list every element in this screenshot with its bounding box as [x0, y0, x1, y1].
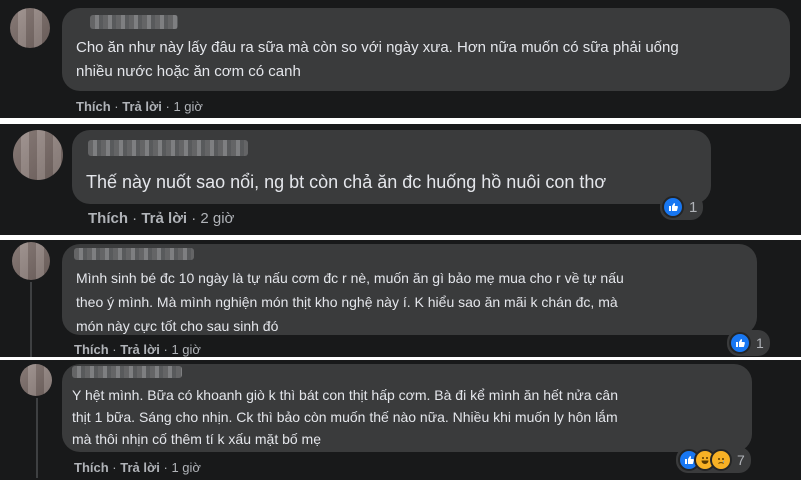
like-link[interactable]: Thích — [74, 342, 109, 357]
comment-panel: Mình sinh bé đc 10 ngày là tự nấu cơm đc… — [0, 240, 801, 357]
sad-icon — [710, 449, 732, 471]
like-icon — [729, 332, 751, 354]
like-link[interactable]: Thích — [76, 99, 111, 114]
avatar[interactable] — [13, 130, 63, 180]
reaction-summary[interactable]: 7 — [676, 447, 751, 473]
author-name[interactable] — [72, 366, 182, 378]
like-link[interactable]: Thích — [88, 210, 128, 227]
comment-text: Thế này nuốt sao nổi, ng bt còn chả ăn đ… — [86, 172, 607, 192]
comment-text: Y hệt mình. Bữa có khoanh giò k thì bát … — [72, 387, 618, 447]
reaction-count: 7 — [737, 452, 745, 468]
comment-bubble: Thế này nuốt sao nổi, ng bt còn chả ăn đ… — [72, 130, 711, 204]
reply-link[interactable]: Trả lời — [120, 460, 160, 475]
comment-bubble: Y hệt mình. Bữa có khoanh giò k thì bát … — [62, 364, 752, 452]
comment-panel: Thế này nuốt sao nổi, ng bt còn chả ăn đ… — [0, 124, 801, 235]
comment-bubble: Mình sinh bé đc 10 ngày là tự nấu cơm đc… — [62, 244, 757, 335]
thread-line — [30, 282, 32, 357]
reaction-count: 1 — [756, 335, 764, 351]
comment-bubble: Cho ăn như này lấy đâu ra sữa mà còn so … — [62, 8, 790, 91]
avatar[interactable] — [12, 242, 50, 280]
separator: · — [112, 460, 117, 475]
timestamp[interactable]: 1 giờ — [173, 99, 203, 114]
reply-link[interactable]: Trả lời — [120, 342, 160, 357]
separator: · — [165, 99, 170, 114]
comment-text: Mình sinh bé đc 10 ngày là tự nấu cơm đc… — [76, 270, 624, 334]
timestamp[interactable]: 2 giờ — [200, 210, 234, 227]
separator: · — [112, 342, 117, 357]
comment-text: Cho ăn như này lấy đâu ra sữa mà còn so … — [76, 39, 679, 80]
author-name[interactable] — [74, 248, 194, 260]
comment-actions: Thích · Trả lời · 1 giờ — [74, 460, 201, 475]
timestamp[interactable]: 1 giờ — [171, 342, 201, 357]
thread-line — [36, 398, 38, 478]
avatar[interactable] — [10, 8, 50, 48]
like-link[interactable]: Thích — [74, 460, 109, 475]
avatar[interactable] — [20, 364, 52, 396]
comment-actions: Thích · Trả lời · 1 giờ — [76, 99, 203, 114]
author-name[interactable] — [90, 15, 178, 29]
comment-panel: Cho ăn như này lấy đâu ra sữa mà còn so … — [0, 0, 801, 118]
reply-link[interactable]: Trả lời — [141, 210, 187, 227]
reply-link[interactable]: Trả lời — [122, 99, 162, 114]
comment-actions: Thích · Trả lời · 1 giờ — [74, 342, 201, 357]
author-name[interactable] — [88, 140, 248, 156]
like-icon — [662, 196, 684, 218]
separator: · — [163, 460, 168, 475]
reaction-summary[interactable]: 1 — [727, 330, 770, 356]
separator: · — [163, 342, 168, 357]
reaction-count: 1 — [689, 198, 698, 216]
separator: · — [132, 210, 138, 227]
reaction-summary[interactable]: 1 — [660, 194, 704, 220]
separator: · — [191, 210, 197, 227]
comment-actions: Thích · Trả lời · 2 giờ — [88, 210, 234, 227]
comment-panel: Y hệt mình. Bữa có khoanh giò k thì bát … — [0, 360, 801, 480]
timestamp[interactable]: 1 giờ — [171, 460, 201, 475]
separator: · — [114, 99, 119, 114]
